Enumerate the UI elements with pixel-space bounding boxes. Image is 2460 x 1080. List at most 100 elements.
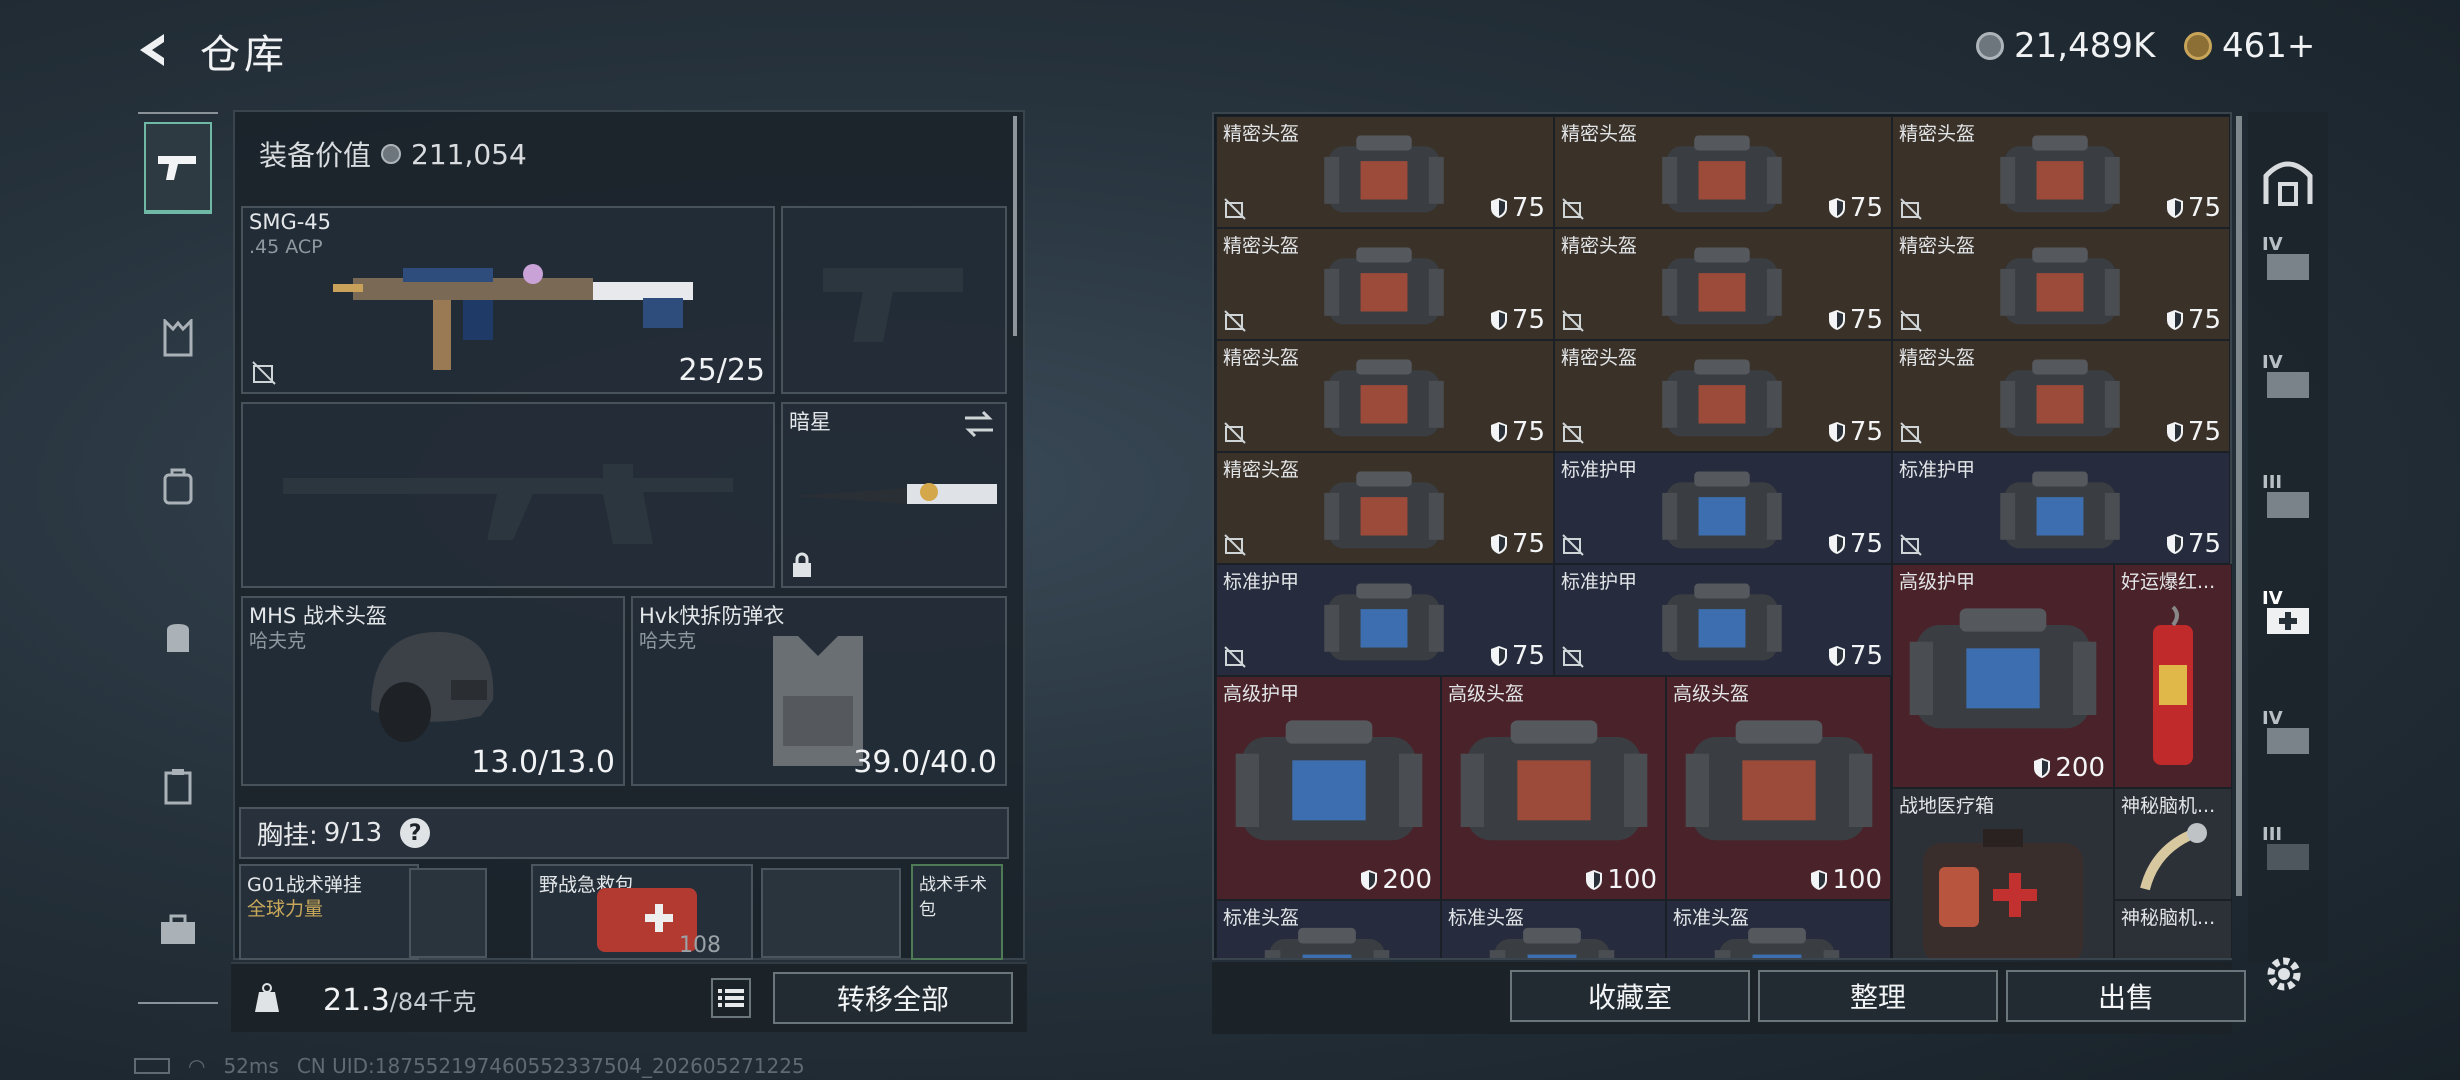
melee-slot[interactable]: 暗星 bbox=[781, 402, 1007, 588]
armor-brand: 哈夫克 bbox=[639, 630, 697, 652]
item-durability: 75 bbox=[1490, 641, 1545, 671]
not-insured-icon bbox=[1562, 534, 1584, 556]
pocket-slot[interactable] bbox=[761, 868, 901, 958]
chest-rig-slot[interactable]: G01战术弹挂 全球力量 bbox=[239, 864, 419, 960]
filter-tab-iv-a[interactable]: IV bbox=[2258, 234, 2318, 294]
item-label: 标准护甲 bbox=[1899, 459, 1976, 481]
shield-icon bbox=[1828, 310, 1845, 330]
storage-item-large[interactable]: 高级头盔 100 bbox=[1666, 676, 1891, 900]
item-durability: 100 bbox=[1810, 865, 1882, 895]
equipment-bag-image bbox=[1662, 583, 1782, 661]
swap-icon[interactable] bbox=[963, 410, 995, 438]
not-insured-icon bbox=[1224, 198, 1246, 220]
organize-button[interactable]: 整理 bbox=[1758, 970, 1998, 1022]
storage-item[interactable]: 精密头盔 75 bbox=[1216, 452, 1554, 564]
filter-tab-iv-c[interactable]: IV bbox=[2258, 588, 2318, 648]
filter-tab-iii-a[interactable]: III bbox=[2258, 472, 2318, 532]
rail-backpack-tab[interactable] bbox=[144, 452, 212, 520]
bag-icon bbox=[167, 624, 189, 652]
item-label: 精密头盔 bbox=[1223, 235, 1300, 257]
storage-item[interactable]: 标准头盔 bbox=[1666, 900, 1891, 958]
weight-icon bbox=[255, 983, 279, 1012]
storage-item-special[interactable]: 神秘脑机... bbox=[2114, 788, 2232, 900]
storage-item[interactable]: 标准护甲 75 bbox=[1216, 564, 1554, 676]
shield-icon bbox=[1828, 534, 1845, 554]
item-durability: 75 bbox=[1828, 529, 1883, 559]
surgery-kit-slot[interactable]: 战术手术包 bbox=[911, 864, 1003, 960]
storage-item[interactable]: 精密头盔 75 bbox=[1554, 116, 1892, 228]
collection-room-button[interactable]: 收藏室 bbox=[1510, 970, 1750, 1022]
storage-item-special[interactable]: 好运爆红... bbox=[2114, 564, 2232, 788]
storage-item[interactable]: 精密头盔 75 bbox=[1554, 340, 1892, 452]
storage-item-special[interactable]: 战地医疗箱 bbox=[1892, 788, 2114, 958]
not-insured-icon bbox=[1562, 422, 1584, 444]
durability-value: 75 bbox=[1511, 641, 1545, 671]
filter-tab-iv-b[interactable]: IV bbox=[2258, 352, 2318, 412]
back-arrow-icon[interactable] bbox=[134, 30, 174, 70]
helmet-slot[interactable]: MHS 战术头盔 哈夫克 13.0/13.0 bbox=[241, 596, 625, 786]
sidearm-slot[interactable] bbox=[781, 206, 1007, 394]
rail-divider bbox=[138, 112, 218, 114]
gold-coin-icon bbox=[2184, 32, 2212, 60]
rail-case-tab[interactable] bbox=[144, 752, 212, 820]
shield-icon bbox=[1490, 646, 1507, 666]
filter-tab-iii-b[interactable]: III bbox=[2258, 824, 2318, 884]
equipment-bag-image bbox=[1324, 135, 1444, 213]
secondary-weapon-slot[interactable] bbox=[241, 402, 775, 588]
filter-all-tab[interactable] bbox=[2258, 152, 2318, 212]
tier-label: IV bbox=[2262, 234, 2283, 255]
rifle-silhouette-icon bbox=[283, 464, 733, 544]
equipment-bag-image bbox=[1460, 720, 1648, 841]
equipment-bag-image bbox=[1662, 247, 1782, 325]
shield-icon bbox=[1361, 870, 1378, 890]
equipment-scrollbar[interactable] bbox=[1013, 116, 1017, 336]
storage-item[interactable]: 标准护甲 75 bbox=[1554, 452, 1892, 564]
storage-item[interactable]: 标准头盔 bbox=[1441, 900, 1666, 958]
not-insured-icon bbox=[252, 361, 276, 385]
weapon-ammo-count: 25/25 bbox=[678, 353, 765, 388]
storage-item[interactable]: 标准护甲 75 bbox=[1892, 452, 2230, 564]
filter-tab-iv-d[interactable]: IV bbox=[2258, 708, 2318, 768]
item-durability: 75 bbox=[2166, 529, 2221, 559]
gold-currency[interactable]: 461+ bbox=[2184, 26, 2315, 66]
storage-item[interactable]: 精密头盔 75 bbox=[1216, 116, 1554, 228]
settings-gear-icon[interactable] bbox=[2262, 952, 2306, 996]
transfer-all-button[interactable]: 转移全部 bbox=[773, 972, 1013, 1024]
storage-item-large[interactable]: 高级护甲 200 bbox=[1892, 564, 2114, 788]
uid-text: CN UID:187552197460552337504_20260527122… bbox=[296, 1054, 805, 1078]
first-aid-kit-slot[interactable]: 野战急救包 108 bbox=[531, 864, 753, 960]
help-icon[interactable]: ? bbox=[400, 818, 431, 848]
storage-item-large[interactable]: 高级头盔 100 bbox=[1441, 676, 1666, 900]
primary-weapon-slot[interactable]: SMG-45 .45 ACP 25/25 bbox=[241, 206, 775, 394]
sell-button[interactable]: 出售 bbox=[2006, 970, 2246, 1022]
rail-chest-rig-tab[interactable] bbox=[144, 304, 212, 372]
equipment-bag-image bbox=[2000, 471, 2120, 549]
storage-item[interactable]: 精密头盔 75 bbox=[1892, 340, 2230, 452]
list-view-button[interactable] bbox=[711, 978, 751, 1018]
item-label: 精密头盔 bbox=[1223, 459, 1300, 481]
medical-case-image bbox=[1923, 829, 2083, 958]
storage-item[interactable]: 精密头盔 75 bbox=[1216, 228, 1554, 340]
melee-name: 暗星 bbox=[789, 410, 831, 434]
item-label: 精密头盔 bbox=[1899, 123, 1976, 145]
pocket-slot[interactable] bbox=[409, 868, 487, 958]
durability-value: 75 bbox=[1849, 305, 1883, 335]
storage-scrollbar[interactable] bbox=[2236, 116, 2242, 896]
rail-bag-tab[interactable] bbox=[144, 602, 212, 670]
storage-item[interactable]: 标准护甲 75 bbox=[1554, 564, 1892, 676]
storage-item[interactable]: 精密头盔 75 bbox=[1892, 228, 2230, 340]
chest-rig-icon bbox=[163, 319, 193, 357]
armor-slot[interactable]: Hvk快拆防弹衣 哈夫克 39.0/40.0 bbox=[631, 596, 1007, 786]
equipment-value-amount: 211,054 bbox=[411, 137, 527, 171]
storage-item[interactable]: 精密头盔 75 bbox=[1554, 228, 1892, 340]
first-aid-kit-count: 108 bbox=[679, 933, 721, 958]
rail-toolbox-tab[interactable] bbox=[144, 896, 212, 964]
storage-item-large[interactable]: 高级护甲 200 bbox=[1216, 676, 1441, 900]
storage-item[interactable]: 精密头盔 75 bbox=[1216, 340, 1554, 452]
rail-weapon-tab[interactable] bbox=[144, 122, 212, 214]
equipment-bag-image bbox=[1662, 471, 1782, 549]
storage-item[interactable]: 精密头盔 75 bbox=[1892, 116, 2230, 228]
item-durability: 75 bbox=[1490, 529, 1545, 559]
storage-item[interactable]: 标准头盔 bbox=[1216, 900, 1441, 958]
storage-item-special[interactable]: 神秘脑机... bbox=[2114, 900, 2232, 958]
